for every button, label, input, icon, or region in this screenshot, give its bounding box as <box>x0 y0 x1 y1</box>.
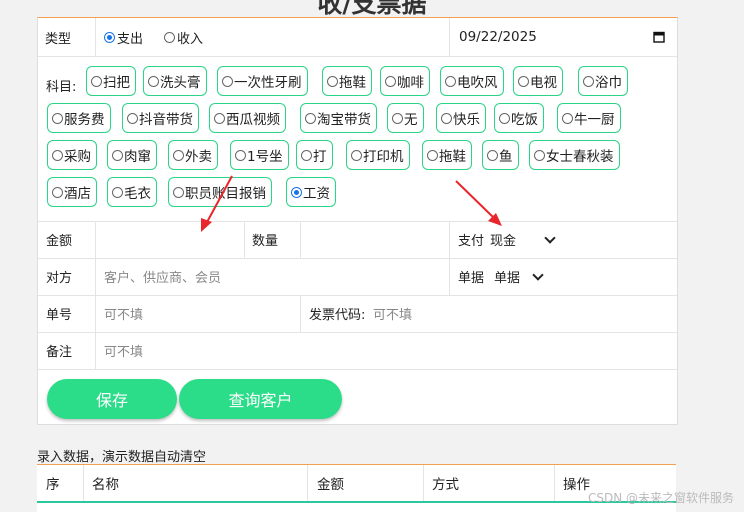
annotation-arrows <box>201 175 502 232</box>
column-header: 方式 <box>432 477 459 493</box>
table-divider <box>37 501 676 503</box>
arrow-icon <box>201 175 233 232</box>
list-note: 录入数据，演示数据自动清空 <box>37 450 207 465</box>
column-header: 操作 <box>563 477 590 493</box>
arrow-icon <box>455 180 502 226</box>
column-header: 名称 <box>92 477 119 493</box>
watermark: CSDN @未来之窗软件服务 <box>587 491 734 505</box>
column-header: 序 <box>46 477 60 493</box>
records-table: 序 名称 金额 方式 操作 <box>37 464 676 512</box>
column-header: 金额 <box>317 477 344 493</box>
